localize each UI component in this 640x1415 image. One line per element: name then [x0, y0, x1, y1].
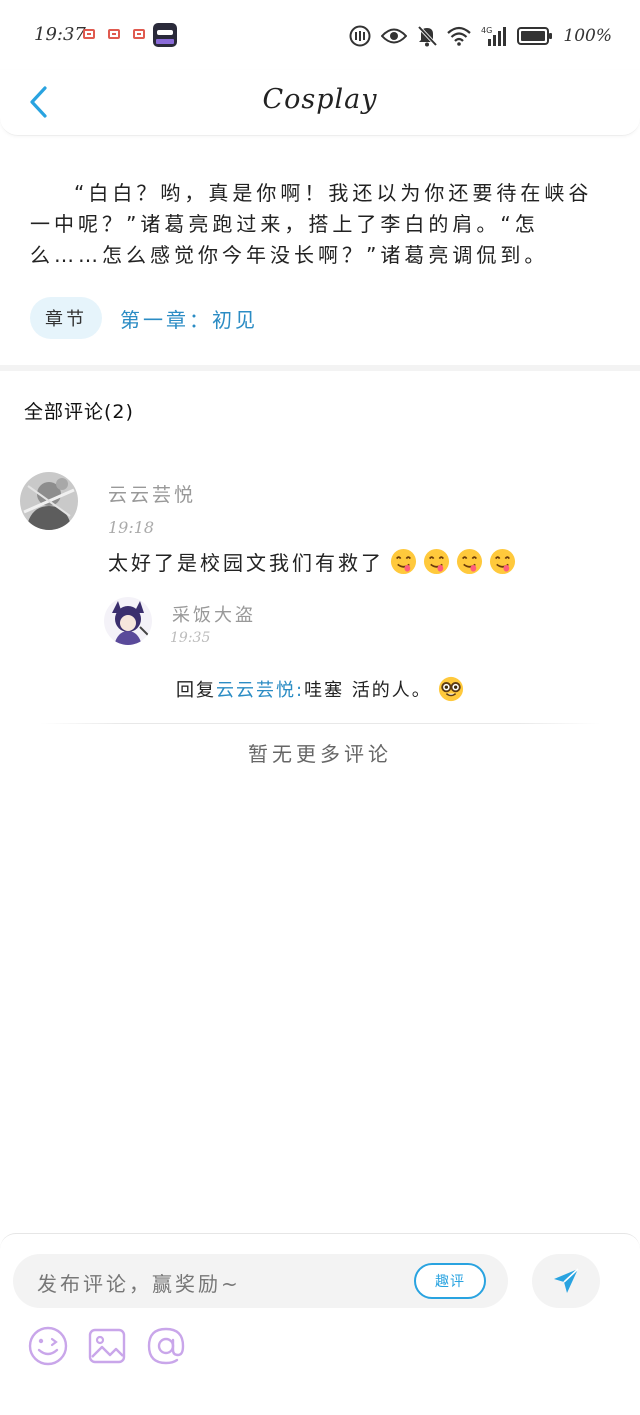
comment-input[interactable]: 发布评论，赢奖励~ 趣评 — [13, 1254, 508, 1308]
emoji-icon[interactable] — [27, 1325, 69, 1367]
comment-text-row: 太好了是校园文我们有救了 — [108, 547, 516, 576]
notification-icon — [108, 29, 120, 39]
reply-time: 19:35 — [170, 630, 211, 646]
comments-heading: 全部评论(2) — [24, 401, 134, 423]
send-icon — [554, 1268, 579, 1293]
nfc-icon — [349, 25, 371, 47]
list-end-divider — [40, 723, 600, 724]
status-time: 19:37 — [34, 24, 86, 45]
reply-text-row: 回复 云云芸悦: 哇塞 活的人。 — [176, 676, 464, 702]
comment-text: 太好了是校园文我们有救了 — [108, 551, 384, 575]
reply-prefix: 回复 — [176, 680, 216, 701]
yum-face-emoji-icon — [489, 548, 516, 575]
reply-mention[interactable]: 云云芸悦: — [216, 676, 304, 702]
chapter-tag: 章节 — [30, 297, 102, 339]
wifi-icon — [447, 26, 472, 46]
battery-icon — [517, 27, 553, 45]
top-app-bar: Cosplay — [0, 70, 640, 136]
page-title: Cosplay — [262, 84, 378, 115]
notification-icon — [133, 29, 145, 39]
yum-face-emoji-icon — [423, 548, 450, 575]
status-bar: 19:37 4G 100% — [0, 0, 640, 70]
chapter-row: 章节 第一章：初见 — [30, 297, 258, 339]
section-divider — [0, 365, 640, 371]
svg-text:4G: 4G — [481, 26, 492, 35]
send-button[interactable] — [532, 1254, 600, 1308]
chapter-link[interactable]: 第一章：初见 — [120, 304, 258, 333]
yum-face-emoji-icon — [456, 548, 483, 575]
reply-text: 哇塞 活的人。 — [304, 680, 432, 701]
mute-bell-icon — [418, 25, 438, 47]
avatar-image — [20, 472, 78, 530]
status-icons: 4G 100% — [349, 22, 612, 50]
comment-time: 19:18 — [108, 518, 155, 537]
at-mention-icon[interactable] — [145, 1325, 187, 1367]
signal-icon: 4G — [481, 26, 507, 46]
no-more-comments: 暂无更多评论 — [248, 742, 392, 766]
eye-icon — [381, 28, 408, 44]
notification-icon — [83, 29, 95, 39]
comment-author[interactable]: 云云芸悦 — [108, 480, 196, 507]
reply-author[interactable]: 采饭大盗 — [172, 601, 256, 627]
comment-input-placeholder: 发布评论，赢奖励~ — [37, 1272, 241, 1296]
nerd-face-emoji-icon — [438, 676, 463, 702]
quping-button[interactable]: 趣评 — [414, 1263, 486, 1299]
reply-avatar-image — [104, 597, 152, 645]
yum-face-emoji-icon — [390, 548, 417, 575]
app-notification-icon — [153, 23, 177, 47]
battery-percent: 100% — [563, 26, 612, 46]
comment-composer: 发布评论，赢奖励~ 趣评 — [0, 1233, 640, 1415]
story-excerpt: “白白？哟，真是你啊！我还以为你还要待在峡谷一中呢？”诸葛亮跑过来，搭上了李白的… — [30, 181, 593, 267]
avatar[interactable] — [20, 472, 78, 530]
reply-avatar[interactable] — [104, 597, 152, 645]
image-icon[interactable] — [86, 1325, 128, 1367]
